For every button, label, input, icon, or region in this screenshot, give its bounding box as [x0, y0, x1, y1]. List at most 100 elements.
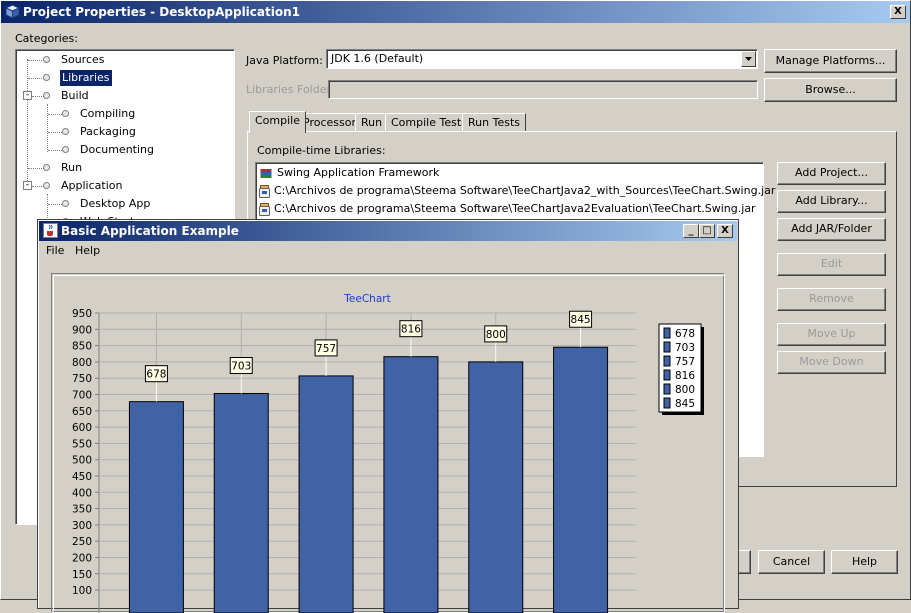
tree-node-icon: [62, 200, 69, 207]
data-label: 816: [401, 324, 421, 336]
list-item[interactable]: C:\Archivos de programa\Steema Software\…: [259, 182, 775, 199]
browse-button[interactable]: Browse...: [764, 78, 897, 102]
main-close-button[interactable]: X: [890, 5, 906, 19]
tree-node-icon: [43, 56, 50, 63]
y-tick-label: 350: [72, 504, 92, 516]
y-tick-label: 700: [72, 390, 92, 402]
bar: [128, 401, 184, 613]
y-tick-label: 100: [72, 585, 92, 597]
legend-swatch: [663, 397, 671, 409]
tree-item-run[interactable]: Run: [61, 161, 82, 174]
java-platform-value: JDK 1.6 (Default): [331, 52, 424, 65]
java-platform-label: Java Platform:: [246, 54, 323, 67]
bar: [553, 346, 609, 613]
tree-item-packaging[interactable]: Packaging: [80, 125, 136, 138]
help-button[interactable]: Help: [831, 550, 898, 574]
tree-node-icon: [43, 164, 50, 171]
chart-title: TeeChart: [343, 293, 390, 305]
tree-item-build[interactable]: Build: [61, 89, 89, 102]
main-window-title: Project Properties - DesktopApplication1: [23, 5, 300, 19]
y-tick-label: 850: [72, 341, 92, 353]
tree-node-icon: [62, 146, 69, 153]
java-coffee-icon: [43, 223, 58, 238]
add-project-button[interactable]: Add Project...: [777, 162, 886, 185]
legend-item: 845: [675, 398, 695, 410]
dropdown-arrow-icon[interactable]: [741, 51, 756, 67]
tree-collapse-build[interactable]: -: [23, 91, 32, 100]
tree-item-application[interactable]: Application: [61, 179, 122, 192]
tab-run-tests[interactable]: Run Tests: [462, 113, 526, 132]
categories-label: Categories:: [15, 32, 78, 45]
y-tick-label: 550: [72, 438, 92, 450]
y-tick-label: 650: [72, 406, 92, 418]
jar-icon: [259, 184, 270, 198]
legend-item: 703: [675, 342, 695, 354]
tree-node-icon: [43, 92, 50, 99]
tree-node-icon: [62, 128, 69, 135]
tree-item-compiling[interactable]: Compiling: [80, 107, 135, 120]
y-tick-label: 600: [72, 422, 92, 434]
library-books-icon: [260, 168, 272, 178]
libraries-folder-label: Libraries Folder:: [246, 83, 335, 96]
legend-swatch: [663, 369, 671, 381]
app-titlebar[interactable]: Basic Application Example: [39, 221, 737, 241]
tree-item-desktop-app[interactable]: Desktop App: [80, 197, 150, 210]
y-tick-label: 750: [72, 373, 92, 385]
list-item[interactable]: Swing Application Framework: [259, 164, 439, 181]
tab-compile-tests[interactable]: Compile Tests: [385, 113, 473, 132]
remove-button[interactable]: Remove: [777, 288, 886, 311]
app-close-button[interactable]: X: [717, 224, 733, 238]
tree-item-sources[interactable]: Sources: [61, 53, 105, 66]
chevron-down-icon: [745, 57, 752, 61]
y-tick-label: 200: [72, 553, 92, 565]
tab-run[interactable]: Run: [355, 113, 389, 132]
bar: [298, 375, 354, 613]
add-library-button[interactable]: Add Library...: [777, 190, 886, 213]
y-tick-label: 450: [72, 471, 92, 483]
list-item[interactable]: C:\Archivos de programa\Steema Software\…: [259, 200, 756, 217]
teechart-bar-chart: TeeChart 950 900 850 800 750 700 650 600 550 500 45…: [72, 293, 704, 613]
move-up-button[interactable]: Move Up: [777, 323, 886, 346]
data-label: 845: [571, 314, 591, 326]
tree-node-icon: [62, 110, 69, 117]
y-tick-label: 300: [72, 520, 92, 532]
y-tick-label: 950: [72, 308, 92, 320]
bar: [213, 393, 269, 613]
tree-item-libraries[interactable]: Libraries: [60, 70, 112, 86]
add-jar-folder-button[interactable]: Add JAR/Folder: [777, 218, 886, 241]
menu-file[interactable]: File: [46, 244, 64, 257]
legend-item: 800: [675, 384, 695, 396]
menu-help[interactable]: Help: [75, 244, 100, 257]
y-tick-label: 500: [72, 455, 92, 467]
app-window-title: Basic Application Example: [61, 224, 239, 238]
manage-platforms-button[interactable]: Manage Platforms...: [764, 49, 897, 73]
tree-collapse-application[interactable]: -: [23, 181, 32, 190]
legend-swatch: [663, 341, 671, 353]
move-down-button[interactable]: Move Down: [777, 351, 886, 374]
y-tick-label: 250: [72, 536, 92, 548]
legend-swatch: [663, 383, 671, 395]
legend-swatch: [663, 327, 671, 339]
data-label: 678: [146, 369, 166, 381]
tab-compile[interactable]: Compile: [249, 111, 306, 133]
app-maximize-button[interactable]: □: [699, 224, 715, 238]
y-tick-label: 150: [72, 569, 92, 581]
legend-item: 757: [675, 356, 695, 368]
bar: [383, 356, 439, 613]
data-label: 757: [316, 343, 336, 355]
jar-icon: [259, 202, 270, 216]
bar: [468, 361, 524, 613]
java-platform-select[interactable]: JDK 1.6 (Default): [326, 49, 758, 69]
main-titlebar[interactable]: Project Properties - DesktopApplication1: [1, 1, 910, 23]
edit-button[interactable]: Edit: [777, 253, 886, 276]
app-minimize-button[interactable]: _: [683, 224, 699, 238]
cancel-button[interactable]: Cancel: [758, 550, 825, 574]
tree-item-documenting[interactable]: Documenting: [80, 143, 154, 156]
legend-item: 678: [675, 328, 695, 340]
y-tick-label: 900: [72, 324, 92, 336]
data-label: 703: [231, 361, 251, 373]
libraries-folder-input: [328, 80, 758, 99]
tree-node-icon: [43, 182, 50, 189]
tab-processor[interactable]: Processor: [297, 113, 362, 132]
legend-swatch: [663, 355, 671, 367]
